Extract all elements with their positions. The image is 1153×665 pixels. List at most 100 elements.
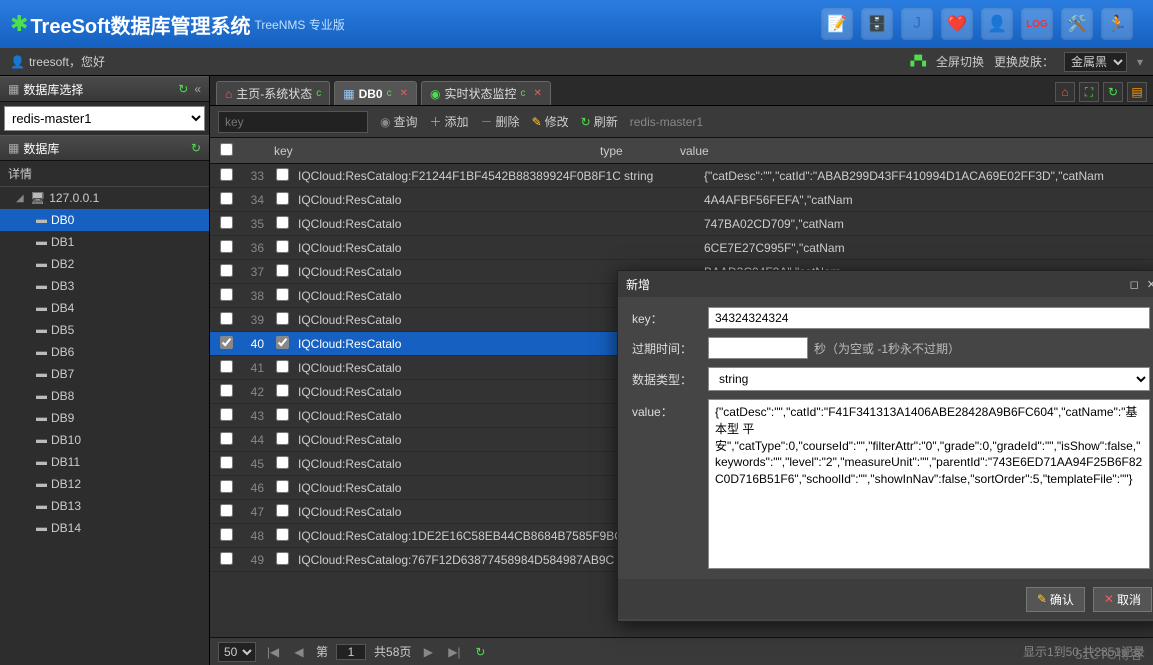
row-checkbox2[interactable] (276, 336, 289, 349)
tree-db-node[interactable]: ▬DB13 (0, 495, 209, 517)
row-checkbox[interactable] (220, 528, 233, 541)
query-button[interactable]: ◉查询 (380, 113, 418, 130)
row-checkbox2[interactable] (276, 264, 289, 277)
toolbar-icon-log[interactable]: LOG (1021, 8, 1053, 40)
row-checkbox2[interactable] (276, 456, 289, 469)
type-select[interactable]: string (708, 367, 1150, 391)
tree-db-node[interactable]: ▬DB3 (0, 275, 209, 297)
tree-db-node[interactable]: ▬DB11 (0, 451, 209, 473)
row-checkbox[interactable] (220, 168, 233, 181)
tree-db-node[interactable]: ▬DB8 (0, 385, 209, 407)
row-checkbox2[interactable] (276, 216, 289, 229)
cancel-button[interactable]: ✕取消 (1093, 587, 1152, 612)
tab-home[interactable]: ⌂ 主页-系统状态 c (216, 81, 330, 105)
value-textarea[interactable] (708, 399, 1150, 569)
row-checkbox[interactable] (220, 336, 233, 349)
row-checkbox2[interactable] (276, 312, 289, 325)
row-checkbox2[interactable] (276, 168, 289, 181)
edit-button[interactable]: ✎修改 (532, 113, 569, 130)
col-checkbox[interactable] (214, 143, 238, 159)
close-icon[interactable]: ✕ (400, 88, 408, 99)
row-checkbox2[interactable] (276, 432, 289, 445)
toolbar-icon-tools[interactable]: 🛠️ (1061, 8, 1093, 40)
tree-db-node[interactable]: ▬DB0 (0, 209, 209, 231)
row-checkbox[interactable] (220, 504, 233, 517)
row-checkbox2[interactable] (276, 384, 289, 397)
refresh-tool-icon[interactable]: ↻ (1103, 82, 1123, 102)
table-row[interactable]: 35IQCloud:ResCatalo747BA02CD709","catNam (210, 212, 1153, 236)
row-checkbox2[interactable] (276, 408, 289, 421)
table-row[interactable]: 34IQCloud:ResCatalo4A4AFBF56FEFA","catNa… (210, 188, 1153, 212)
row-checkbox[interactable] (220, 192, 233, 205)
tab-db0[interactable]: ▦ DB0 c ✕ (334, 81, 417, 105)
toolbar-icon-user[interactable]: 👤 (981, 8, 1013, 40)
delete-button[interactable]: －删除 (481, 113, 520, 130)
close-icon[interactable]: ✕ (1147, 278, 1153, 291)
refresh-icon[interactable]: ↻ (191, 141, 201, 155)
row-checkbox[interactable] (220, 240, 233, 253)
add-button[interactable]: ＋添加 (430, 113, 469, 130)
select-all-checkbox[interactable] (220, 143, 233, 156)
table-row[interactable]: 33IQCloud:ResCatalog:F21244F1BF4542B8838… (210, 164, 1153, 188)
dialog-titlebar[interactable]: 新增 ◻ ✕ (618, 271, 1153, 297)
col-key[interactable]: key (270, 144, 600, 158)
page-size-select[interactable]: 50 (218, 642, 256, 662)
row-checkbox[interactable] (220, 432, 233, 445)
tree-db-node[interactable]: ▬DB4 (0, 297, 209, 319)
fullscreen-icon[interactable]: ▞▚ (911, 56, 926, 67)
close-icon[interactable]: ✕ (534, 88, 542, 99)
expand-tool-icon[interactable]: ⛶ (1079, 82, 1099, 102)
tree-db-node[interactable]: ▬DB14 (0, 517, 209, 539)
row-checkbox2[interactable] (276, 504, 289, 517)
row-checkbox[interactable] (220, 552, 233, 565)
toolbar-icon-run[interactable]: 🏃 (1101, 8, 1133, 40)
tree-db-node[interactable]: ▬DB5 (0, 319, 209, 341)
db-connection-select[interactable]: redis-master1 (4, 106, 205, 131)
refresh-button[interactable]: ↻刷新 (581, 113, 618, 130)
first-page-button[interactable]: |◀ (264, 643, 282, 661)
maximize-icon[interactable]: ◻ (1130, 278, 1139, 291)
ok-button[interactable]: ✎确认 (1026, 587, 1085, 612)
row-checkbox[interactable] (220, 288, 233, 301)
tree-db-node[interactable]: ▬DB9 (0, 407, 209, 429)
collapse-toggle-icon[interactable]: ◢ (16, 193, 26, 204)
row-checkbox[interactable] (220, 456, 233, 469)
page-input[interactable] (336, 644, 366, 660)
tree-db-node[interactable]: ▬DB6 (0, 341, 209, 363)
last-page-button[interactable]: ▶| (445, 643, 463, 661)
tree-db-node[interactable]: ▬DB2 (0, 253, 209, 275)
toolbar-icon-1[interactable]: 📝 (821, 8, 853, 40)
skin-select[interactable]: 金属黑 (1064, 52, 1127, 72)
reload-page-button[interactable]: ↻ (471, 643, 489, 661)
row-checkbox2[interactable] (276, 360, 289, 373)
row-checkbox[interactable] (220, 408, 233, 421)
row-checkbox2[interactable] (276, 240, 289, 253)
row-checkbox2[interactable] (276, 288, 289, 301)
home-tool-icon[interactable]: ⌂ (1055, 82, 1075, 102)
refresh-icon[interactable]: ↻ (178, 82, 188, 96)
tree-db-node[interactable]: ▬DB7 (0, 363, 209, 385)
tab-monitor[interactable]: ◉ 实时状态监控 c ✕ (421, 81, 551, 105)
row-checkbox[interactable] (220, 480, 233, 493)
tree-db-node[interactable]: ▬DB10 (0, 429, 209, 451)
row-checkbox[interactable] (220, 360, 233, 373)
toolbar-icon-db[interactable]: 🗄️ (861, 8, 893, 40)
tree-db-node[interactable]: ▬DB12 (0, 473, 209, 495)
next-page-button[interactable]: ▶ (419, 643, 437, 661)
row-checkbox[interactable] (220, 216, 233, 229)
reload-icon[interactable]: c (316, 88, 321, 99)
reload-icon[interactable]: c (521, 88, 526, 99)
list-tool-icon[interactable]: ▤ (1127, 82, 1147, 102)
row-checkbox[interactable] (220, 264, 233, 277)
tree-host-node[interactable]: ◢ 🖥 127.0.0.1 (0, 187, 209, 209)
key-input[interactable] (708, 307, 1150, 329)
row-checkbox2[interactable] (276, 528, 289, 541)
reload-icon[interactable]: c (387, 88, 392, 99)
row-checkbox[interactable] (220, 312, 233, 325)
row-checkbox[interactable] (220, 384, 233, 397)
fullscreen-button[interactable]: 全屏切换 (936, 53, 984, 70)
toolbar-icon-heart[interactable]: ❤️ (941, 8, 973, 40)
row-checkbox2[interactable] (276, 552, 289, 565)
tree-db-node[interactable]: ▬DB1 (0, 231, 209, 253)
expire-input[interactable] (708, 337, 808, 359)
